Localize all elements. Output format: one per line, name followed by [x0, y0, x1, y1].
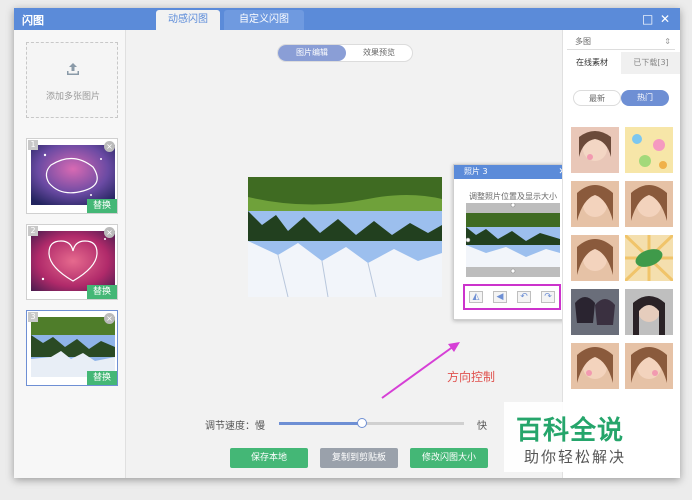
resize-flash-button[interactable]: 修改闪图大小: [410, 448, 488, 468]
direction-control-label: 方向控制: [447, 370, 496, 384]
editing-image: [248, 177, 442, 297]
speed-slider-fill: [279, 422, 363, 425]
material-type-value: 多图: [575, 37, 591, 46]
material-thumbnail[interactable]: [571, 289, 619, 335]
tab-downloaded[interactable]: 已下载[3]: [621, 52, 680, 74]
watermark-brand: 百科全说: [516, 416, 625, 446]
filter-newest[interactable]: 最新: [573, 90, 621, 106]
speed-label: 调节速度：慢: [205, 421, 265, 432]
material-thumbnail[interactable]: [625, 343, 673, 389]
thumbnail-image: [31, 145, 115, 205]
thumbnail-3[interactable]: 3 × 替换: [26, 310, 118, 386]
thumbnail-2[interactable]: 2 × 替换: [26, 224, 118, 300]
upload-icon: [67, 63, 79, 75]
thumbnail-image: [31, 317, 115, 377]
thumbnail-index: 2: [28, 226, 38, 236]
replace-button[interactable]: 替换: [87, 285, 117, 299]
crop-frame[interactable]: [466, 203, 560, 277]
material-thumbnail[interactable]: [625, 235, 673, 281]
add-images-button[interactable]: 添加多张图片: [26, 42, 118, 118]
title-bar: 闪图 动感闪图 自定义闪图 □ ✕: [14, 8, 680, 30]
flip-horizontal-icon[interactable]: ◭: [469, 291, 483, 303]
annotation-arrow: [381, 342, 460, 399]
material-type-select[interactable]: 多图 ⇕: [567, 34, 675, 50]
direction-controls: ◭ ◀ ↶ ↷: [463, 284, 561, 310]
image-list-panel: 添加多张图片 1 × 替换 2 × 替换 3 × 替换: [14, 30, 126, 478]
photo-adjust-dialog: 照片 3 ✕ 调整照片位置及显示大小 ◭ ◀ ↶ ↷: [453, 164, 573, 320]
material-tabs: 在线素材 已下载[3]: [563, 52, 680, 74]
speed-fast-label: 快: [477, 421, 487, 432]
material-thumbnail[interactable]: [625, 289, 673, 335]
tab-online-material[interactable]: 在线素材: [563, 52, 621, 74]
flip-vertical-icon[interactable]: ◀: [493, 291, 507, 303]
filter-hot[interactable]: 热门: [621, 90, 669, 106]
dialog-description: 调整照片位置及显示大小: [469, 192, 557, 201]
tab-dynamic-flash[interactable]: 动感闪图: [156, 10, 220, 30]
tab-effect-preview[interactable]: 效果预览: [346, 45, 412, 61]
add-images-label: 添加多张图片: [45, 92, 100, 102]
thumbnail-image: [31, 231, 115, 291]
thumbnail-index: 3: [28, 312, 38, 322]
view-toggle: 图片编辑 效果预览: [277, 44, 413, 62]
material-thumbnail[interactable]: [571, 235, 619, 281]
tab-custom-flash[interactable]: 自定义闪图: [224, 10, 304, 30]
speed-slider-handle[interactable]: [357, 418, 368, 428]
remove-thumbnail-icon[interactable]: ×: [104, 227, 115, 238]
remove-thumbnail-icon[interactable]: ×: [104, 141, 115, 152]
thumbnail-1[interactable]: 1 × 替换: [26, 138, 118, 214]
speed-slider[interactable]: [279, 418, 464, 428]
watermark-tagline: 助你轻松解决: [524, 448, 627, 466]
remove-thumbnail-icon[interactable]: ×: [104, 313, 115, 324]
material-thumbnail[interactable]: [571, 127, 619, 173]
save-local-button[interactable]: 保存本地: [230, 448, 308, 468]
app-title: 闪图: [22, 14, 44, 27]
crop-handles: [466, 203, 516, 274]
thumbnail-index: 1: [28, 140, 38, 150]
material-thumbnail[interactable]: [571, 343, 619, 389]
material-thumbnail[interactable]: [625, 181, 673, 227]
material-thumbnail[interactable]: [571, 181, 619, 227]
rotate-left-icon[interactable]: ↶: [517, 291, 531, 303]
rotate-right-icon[interactable]: ↷: [541, 291, 555, 303]
material-thumbnail[interactable]: [625, 127, 673, 173]
replace-button[interactable]: 替换: [87, 371, 117, 385]
copy-to-clipboard-button[interactable]: 复制到剪贴板: [320, 448, 398, 468]
replace-button[interactable]: 替换: [87, 199, 117, 213]
maximize-icon[interactable]: □: [642, 11, 653, 27]
close-icon[interactable]: ✕: [660, 11, 670, 27]
tab-image-edit[interactable]: 图片编辑: [278, 45, 346, 61]
dialog-title: 照片 3: [454, 165, 572, 179]
select-arrow-icon: ⇕: [664, 37, 671, 46]
